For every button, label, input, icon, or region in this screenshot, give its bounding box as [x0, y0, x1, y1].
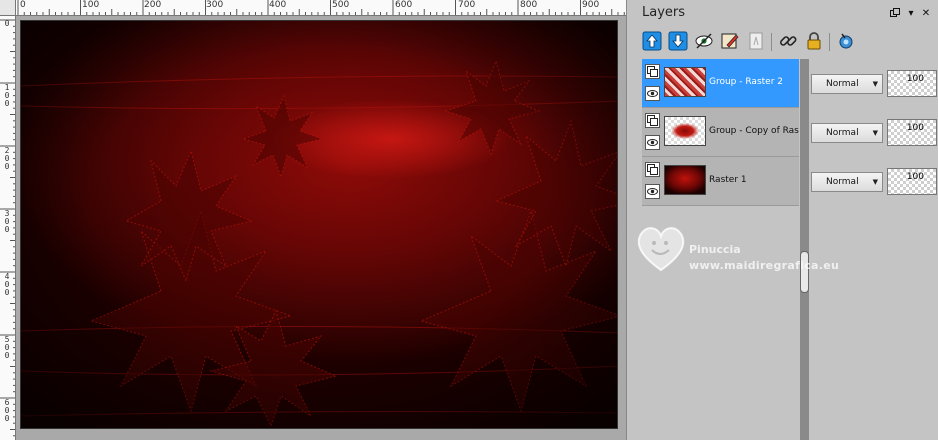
opacity-value: 100 — [906, 123, 924, 133]
ruler-label: 0 — [4, 99, 10, 108]
document-canvas-area: 0 100 200 300 400 500 600 700 800 900 0 … — [0, 0, 626, 440]
blend-mode-select[interactable]: Normal ▼ — [811, 172, 883, 192]
ruler-label: 0 — [4, 225, 10, 234]
layer-row-raster-1[interactable]: Raster 1 — [642, 157, 799, 206]
opacity-value: 100 — [906, 74, 924, 84]
lock-transparency-icon[interactable] — [745, 30, 767, 52]
ruler-label: 200 — [144, 0, 162, 10]
layer-props-1: Normal ▼ 100 — [810, 70, 937, 100]
chevron-down-icon: ▼ — [872, 80, 878, 88]
layer-group-icon[interactable] — [645, 113, 660, 128]
layers-palette: Layers ▾ ✕ Group - Raster 2 Group - Copy… — [626, 0, 938, 440]
layer-name: Group - Copy of Raster 1 — [709, 126, 799, 136]
palette-title: Layers — [642, 5, 686, 20]
heart-logo-icon — [637, 227, 685, 272]
layer-eye-icon[interactable] — [645, 86, 660, 101]
watermark-name: Pinuccia — [689, 243, 741, 256]
ruler-label: 800 — [520, 0, 538, 10]
opacity-field[interactable]: 100 — [887, 70, 937, 97]
blend-mode-select[interactable]: Normal ▼ — [811, 74, 883, 94]
palette-header: Layers ▾ ✕ — [627, 0, 938, 28]
move-layer-down-icon[interactable] — [667, 30, 689, 52]
layer-properties-icon[interactable] — [835, 30, 857, 52]
layer-props-2: Normal ▼ 100 — [810, 119, 937, 149]
chevron-down-icon: ▼ — [872, 178, 878, 186]
ruler-label: 0 — [4, 91, 10, 100]
watermark-site: www.maidiregrafica.eu — [689, 259, 840, 272]
layer-visibility-icon[interactable] — [693, 30, 715, 52]
ruler-label: 0 — [4, 351, 10, 360]
layer-thumbnail — [664, 165, 706, 195]
layer-eye-icon[interactable] — [645, 135, 660, 150]
layer-raster-icon[interactable] — [645, 162, 660, 177]
blend-mode-value: Normal — [826, 177, 859, 187]
ruler-label: 0 — [4, 19, 10, 28]
opacity-value: 100 — [906, 172, 924, 182]
app-window: 0 100 200 300 400 500 600 700 800 900 0 … — [0, 0, 938, 440]
layer-props-3: Normal ▼ 100 — [810, 168, 937, 198]
layer-row-group-copy-of-raster-1[interactable]: Group - Copy of Raster 1 — [642, 108, 799, 157]
ruler-label: 3 — [4, 209, 10, 218]
ruler-label: 0 — [20, 0, 26, 10]
layer-name: Group - Raster 2 — [709, 77, 783, 87]
layer-row-group-raster-2[interactable]: Group - Raster 2 — [642, 59, 799, 108]
ruler-label: 500 — [332, 0, 350, 10]
toolbar-separator — [771, 33, 772, 51]
blend-mode-value: Normal — [826, 128, 859, 138]
layer-list: Group - Raster 2 Group - Copy of Raster … — [642, 59, 799, 207]
toolbar-separator — [829, 33, 830, 51]
link-layer-icon[interactable] — [777, 30, 799, 52]
ruler-label: 0 — [4, 406, 10, 415]
restore-icon[interactable] — [889, 8, 901, 20]
edit-selection-icon[interactable] — [719, 30, 741, 52]
opacity-field[interactable]: 100 — [887, 119, 937, 146]
ruler-label: 700 — [458, 0, 476, 10]
ruler-label: 2 — [4, 146, 10, 155]
ruler-label: 5 — [4, 335, 10, 344]
layer-thumbnail — [664, 67, 706, 97]
dropdown-menu-icon[interactable]: ▾ — [905, 8, 917, 20]
layer-group-icon[interactable] — [645, 64, 660, 79]
watermark: Pinuccia www.maidiregrafica.eu — [631, 218, 861, 278]
ruler-label: 0 — [4, 343, 10, 352]
opacity-field[interactable]: 100 — [887, 168, 937, 195]
image-canvas[interactable] — [20, 20, 618, 429]
vertical-ruler[interactable]: 0 1 0 0 2 0 0 3 0 0 4 0 0 5 0 0 6 0 0 — [0, 16, 16, 440]
chevron-down-icon: ▼ — [872, 129, 878, 137]
ruler-corner — [0, 0, 16, 16]
canvas-artwork — [21, 21, 617, 428]
blend-mode-select[interactable]: Normal ▼ — [811, 123, 883, 143]
ruler-label: 0 — [4, 414, 10, 423]
ruler-label: 600 — [395, 0, 413, 10]
ruler-label: 6 — [4, 398, 10, 407]
ruler-label: 4 — [4, 272, 10, 281]
ruler-label: 400 — [269, 0, 287, 10]
ruler-label: 0 — [4, 154, 10, 163]
ruler-label: 0 — [4, 288, 10, 297]
horizontal-ruler[interactable]: 0 100 200 300 400 500 600 700 800 900 — [16, 0, 626, 16]
palette-toolbar — [639, 30, 919, 56]
ruler-label: 0 — [4, 280, 10, 289]
ruler-label: 100 — [82, 0, 100, 10]
layer-name: Raster 1 — [709, 175, 747, 185]
ruler-label: 1 — [4, 83, 10, 92]
ruler-label: 0 — [4, 162, 10, 171]
lock-layer-icon[interactable] — [803, 30, 825, 52]
ruler-label: 300 — [206, 0, 224, 10]
move-layer-up-icon[interactable] — [641, 30, 663, 52]
blend-mode-value: Normal — [826, 79, 859, 89]
layer-thumbnail — [664, 116, 706, 146]
ruler-label: 0 — [4, 217, 10, 226]
ruler-label: 900 — [582, 0, 600, 10]
layer-eye-icon[interactable] — [645, 184, 660, 199]
close-icon[interactable]: ✕ — [920, 8, 932, 20]
